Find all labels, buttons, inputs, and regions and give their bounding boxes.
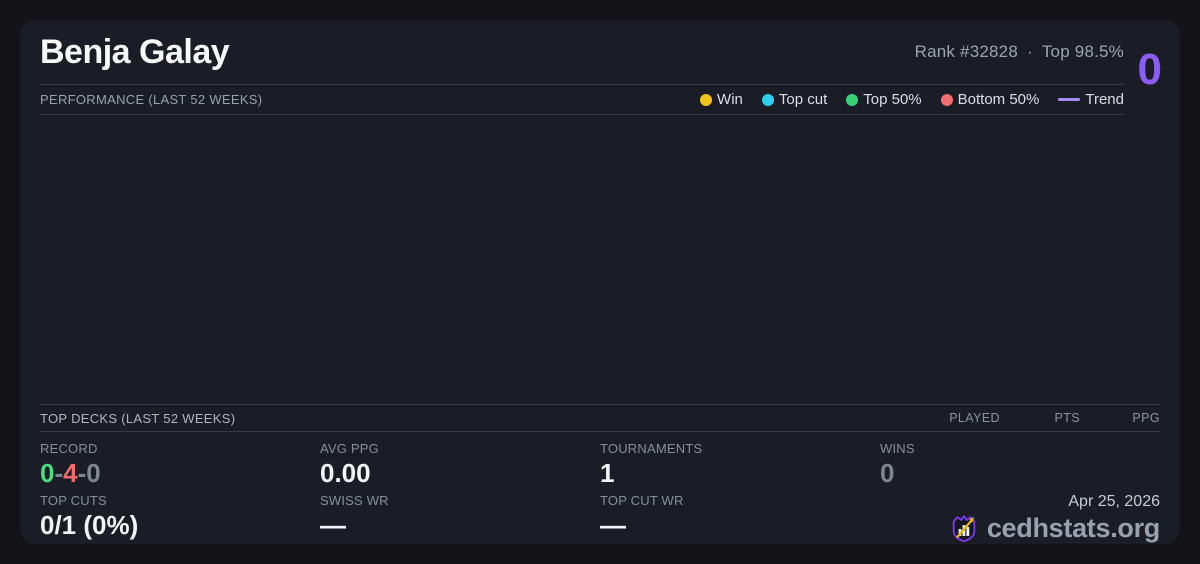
legend-item-win: Win	[700, 91, 743, 108]
top-cut-wr-value: —	[600, 509, 626, 540]
cedhstats-logo-icon	[952, 515, 976, 543]
page: { "page": { "background": "#131318", "ca…	[0, 0, 1200, 564]
branding-footer: Apr 25, 2026 cedhstats.org	[880, 493, 1160, 545]
bottom-50-dot-icon	[940, 93, 953, 106]
win-dot-icon	[700, 93, 713, 106]
legend-label: Trend	[1085, 91, 1124, 108]
stat-tournaments: TOURNAMENTS 1	[600, 441, 880, 493]
top-section: Benja Galay Rank #32828 · Top 98.5% PERF…	[40, 20, 1124, 404]
column-header-pts: PTS	[1054, 411, 1080, 425]
top-percent: Top 98.5%	[1041, 42, 1124, 61]
performance-chart	[40, 115, 1124, 404]
top-decks-header-row: TOP DECKS (LAST 52 WEEKS) PLAYED PTS PPG	[40, 404, 1160, 432]
legend-item-trend: Trend	[1058, 91, 1124, 108]
record-wins: 0	[40, 458, 55, 488]
card-header: Benja Galay Rank #32828 · Top 98.5%	[40, 20, 1124, 85]
legend-label: Win	[717, 91, 743, 108]
legend-item-top-cut: Top cut	[761, 91, 828, 108]
top-cut-dot-icon	[761, 93, 774, 106]
score-badge: 0	[1137, 45, 1162, 94]
record-losses: 4	[63, 458, 78, 488]
record-draws: 0	[86, 458, 101, 488]
brand-name: cedhstats.org	[986, 512, 1160, 543]
date-label: Apr 25, 2026	[1068, 492, 1160, 510]
swiss-wr-value: —	[320, 509, 346, 540]
player-name: Benja Galay	[40, 32, 230, 71]
performance-section-title: PERFORMANCE (LAST 52 WEEKS)	[40, 92, 263, 107]
rank-separator: ·	[1026, 42, 1033, 61]
legend-item-bottom-50: Bottom 50%	[940, 91, 1040, 108]
wins-value: 0	[880, 458, 895, 488]
stat-top-cuts: TOP CUTS 0/1 (0%)	[40, 493, 320, 545]
stats-grid: RECORD 0-4-0 AVG PPG 0.00 TOURNAMENTS 1 …	[40, 432, 1160, 544]
legend-label: Top 50%	[863, 91, 922, 108]
record-separator: -	[77, 458, 87, 488]
performance-header-row: PERFORMANCE (LAST 52 WEEKS) Win Top cut …	[40, 85, 1124, 115]
tournaments-value: 1	[600, 458, 615, 488]
record-value: 0-4-0	[40, 459, 320, 488]
legend-label: Bottom 50%	[957, 91, 1040, 108]
stat-record: RECORD 0-4-0	[40, 441, 320, 493]
top-50-dot-icon	[846, 93, 859, 106]
top-cuts-value: 0/1 (0%)	[40, 509, 139, 540]
column-header-ppg: PPG	[1132, 411, 1160, 425]
legend-label: Top cut	[778, 91, 828, 108]
top-decks-column-headers: PLAYED PTS PPG	[920, 411, 1160, 425]
chart-legend: Win Top cut Top 50% Bottom 50% Trend	[700, 91, 1124, 108]
rank-number: Rank #32828	[914, 42, 1018, 61]
stat-top-cut-wr: TOP CUT WR —	[600, 493, 880, 545]
stat-wins: WINS 0	[880, 441, 1160, 493]
legend-item-top-50: Top 50%	[846, 91, 922, 108]
brand-row: cedhstats.org	[949, 513, 1160, 544]
top-decks-title: TOP DECKS (LAST 52 WEEKS)	[40, 410, 236, 426]
record-separator: -	[54, 458, 64, 488]
stat-avg-ppg: AVG PPG 0.00	[320, 441, 600, 493]
avg-ppg-value: 0.00	[320, 458, 371, 488]
rank-text: Rank #32828 · Top 98.5%	[915, 42, 1124, 62]
stat-swiss-wr: SWISS WR —	[320, 493, 600, 545]
player-stats-card: 0 Benja Galay Rank #32828 · Top 98.5% PE…	[20, 20, 1180, 544]
trend-line-icon	[1058, 98, 1081, 101]
column-header-played: PLAYED	[949, 411, 1000, 425]
